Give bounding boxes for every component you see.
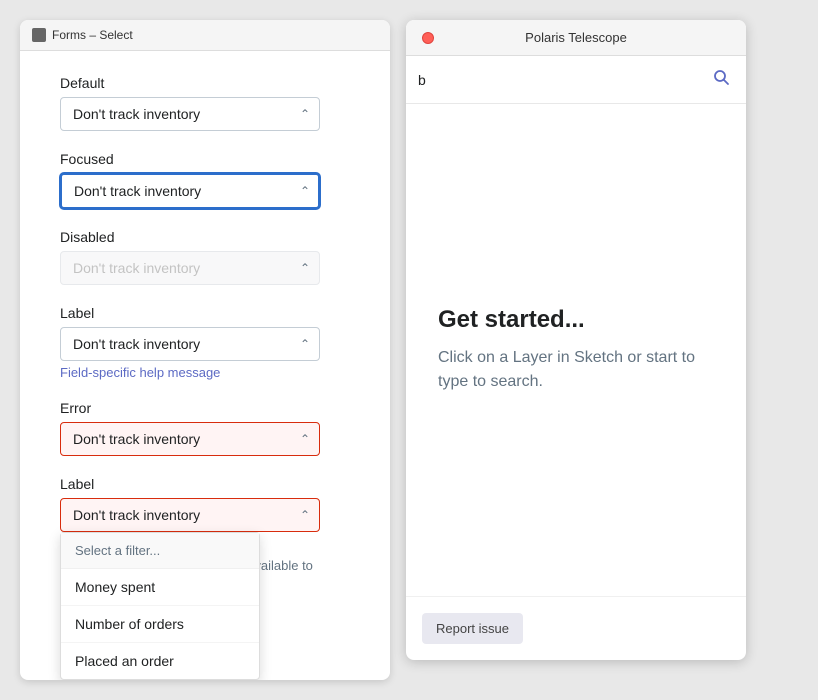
error-select-wrapper: Don't track inventory ⌃ [60, 422, 320, 456]
left-panel: Forms – Select Default Don't track inven… [20, 20, 390, 680]
get-started-title: Get started... [438, 306, 585, 334]
default-select-wrapper: Don't track inventory ⌃ [60, 97, 320, 131]
telescope-search-bar [406, 56, 746, 104]
forms-icon [32, 28, 46, 42]
disabled-section: Disabled Don't track inventory ⌃ [60, 229, 350, 285]
telescope-search-input[interactable] [418, 68, 700, 92]
help-text: Field-specific help message [60, 365, 350, 380]
panel-title: Forms – Select [52, 28, 133, 42]
default-select[interactable]: Don't track inventory [60, 97, 320, 131]
disabled-select[interactable]: Don't track inventory [60, 251, 320, 285]
search-icon[interactable] [708, 64, 734, 95]
right-panel: Polaris Telescope Get started... Click o… [406, 20, 746, 660]
label-select-wrapper: Don't track inventory ⌃ [60, 327, 320, 361]
label-section: Label Don't track inventory ⌃ Field-spec… [60, 305, 350, 380]
dropdown-item-1[interactable]: Number of orders [61, 606, 259, 643]
focused-label: Focused [60, 151, 350, 167]
report-issue-button[interactable]: Report issue [422, 613, 523, 644]
dropdown-item-0[interactable]: Money spent [61, 569, 259, 606]
label-select[interactable]: Don't track inventory [60, 327, 320, 361]
error-select[interactable]: Don't track inventory [60, 422, 320, 456]
focused-select-wrapper: Don't track inventory ⌃ [60, 173, 320, 209]
default-section: Default Don't track inventory ⌃ [60, 75, 350, 131]
label-label: Label [60, 305, 350, 321]
telescope-title: Polaris Telescope [525, 30, 627, 45]
disabled-label: Disabled [60, 229, 350, 245]
error-label: Error [60, 400, 350, 416]
default-label: Default [60, 75, 350, 91]
dropdown-header: Select a filter... [61, 533, 259, 569]
telescope-titlebar: Polaris Telescope [406, 20, 746, 56]
dropdown-overlay: Select a filter... Money spent Number of… [60, 532, 260, 680]
focused-select[interactable]: Don't track inventory [60, 173, 320, 209]
label-error-label: Label [60, 476, 350, 492]
label-error-select[interactable]: Don't track inventory [60, 498, 320, 532]
error-section: Error Don't track inventory ⌃ [60, 400, 350, 456]
dropdown-item-2[interactable]: Placed an order [61, 643, 259, 679]
panel-titlebar: Forms – Select [20, 20, 390, 51]
telescope-body: Get started... Click on a Layer in Sketc… [406, 104, 746, 596]
telescope-footer: Report issue [406, 596, 746, 660]
traffic-light-close[interactable] [422, 32, 434, 44]
disabled-select-wrapper: Don't track inventory ⌃ [60, 251, 320, 285]
label-error-select-wrapper: Don't track inventory ⌃ [60, 498, 320, 532]
get-started-description: Click on a Layer in Sketch or start to t… [438, 346, 714, 394]
focused-section: Focused Don't track inventory ⌃ [60, 151, 350, 209]
